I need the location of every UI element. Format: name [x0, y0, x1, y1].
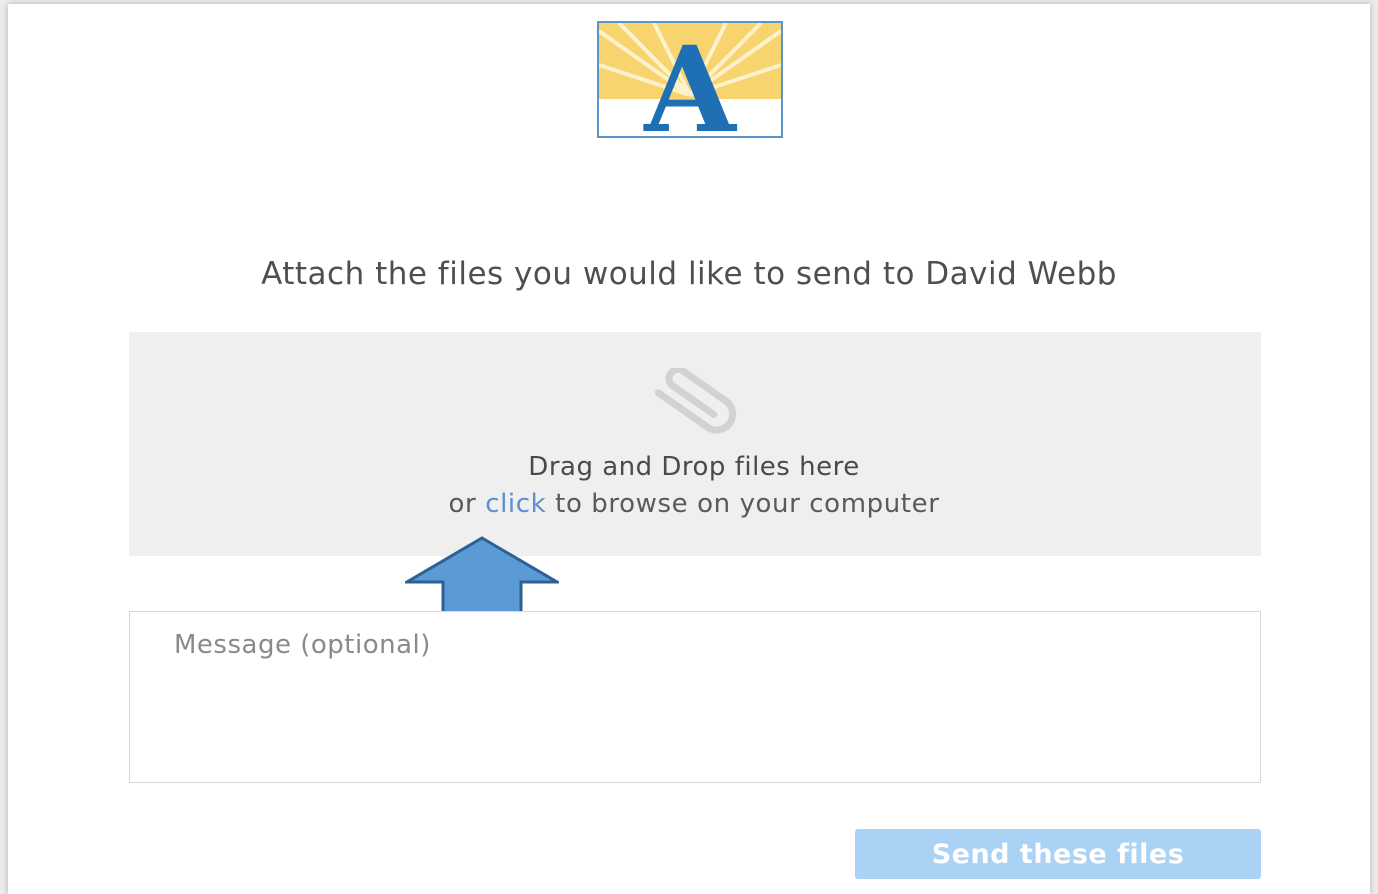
send-files-button[interactable]: Send these files — [855, 829, 1261, 879]
logo: A — [597, 21, 783, 138]
paperclip-icon — [654, 368, 737, 434]
message-field[interactable] — [129, 611, 1261, 783]
browse-link[interactable]: click — [485, 489, 546, 519]
dropzone-subtitle: or click to browse on your computer — [0, 489, 1378, 519]
dropzone-title: Drag and Drop files here — [528, 452, 860, 482]
dropzone-sub-prefix: or — [448, 489, 486, 519]
page-title: Attach the files you would like to send … — [261, 256, 1117, 292]
svg-text:A: A — [643, 23, 737, 136]
dropzone-sub-suffix: to browse on your computer — [546, 489, 940, 519]
sunburst-a-logo: A — [599, 23, 781, 136]
